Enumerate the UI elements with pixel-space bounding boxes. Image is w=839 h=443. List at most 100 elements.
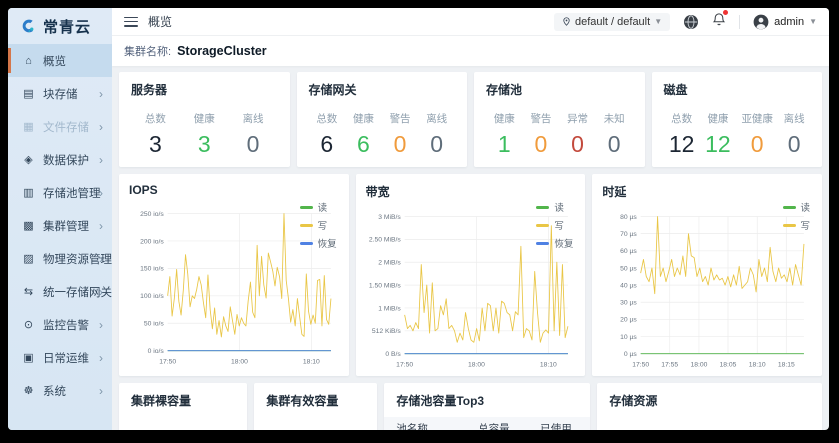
chevron-right-icon: › (99, 352, 103, 364)
stat-value: 6 (316, 131, 337, 158)
stat: 警告0 (390, 111, 411, 158)
legend-label: 读 (554, 200, 564, 214)
svg-text:50 io/s: 50 io/s (144, 321, 165, 328)
svg-text:1 MiB/s: 1 MiB/s (378, 305, 401, 312)
legend-item[interactable]: 恢复 (300, 236, 337, 250)
svg-text:60 µs: 60 µs (620, 248, 637, 255)
svg-text:70 µs: 70 µs (620, 231, 637, 238)
stat: 离线0 (426, 111, 447, 158)
notifications-button[interactable] (712, 12, 726, 32)
stat-value: 0 (604, 131, 625, 158)
legend-label: 写 (554, 218, 564, 232)
stat: 总数6 (316, 111, 337, 158)
sidebar-item-data-protection[interactable]: ◈数据保护› (8, 143, 112, 176)
system-icon: ☸ (21, 384, 36, 397)
sidebar-item-daily-operations[interactable]: ▣日常运维› (8, 341, 112, 374)
cluster-selector[interactable]: default / default ▼ (554, 13, 670, 31)
svg-text:0 io/s: 0 io/s (148, 348, 165, 355)
user-menu[interactable]: admin ▼ (753, 14, 817, 30)
legend-swatch (536, 242, 549, 245)
stat-label: 健康 (494, 111, 515, 126)
brand-name: 常青云 (43, 16, 91, 37)
stat-card-title: 服务器 (131, 81, 278, 98)
legend-item[interactable]: 写 (536, 218, 573, 232)
pool-top3-card: 存储池容量Top3 池名称总容量已使用 StoragePool43.7 TiB3… (384, 383, 590, 430)
effective-capacity-title: 集群有效容量 (266, 392, 365, 409)
legend-item[interactable]: 读 (300, 200, 337, 214)
sidebar-item-label: 日常运维 (43, 350, 89, 366)
stat-value: 12 (669, 131, 695, 158)
chart-card-latency: 时延0 µs10 µs20 µs30 µs40 µs50 µs60 µs70 µ… (592, 174, 822, 376)
stat-value: 12 (705, 131, 731, 158)
stat-card-title: 磁盘 (664, 81, 811, 98)
legend-item[interactable]: 读 (536, 200, 573, 214)
stat-label: 总数 (669, 111, 695, 126)
sidebar-item-system[interactable]: ☸系统› (8, 374, 112, 407)
legend-item[interactable]: 写 (300, 218, 337, 232)
sidebar-item-label: 文件存储 (43, 119, 89, 135)
sidebar-item-block-storage[interactable]: ▤块存储› (8, 77, 112, 110)
legend-item[interactable]: 读 (783, 200, 811, 214)
sidebar-item-label: 监控告警 (43, 317, 89, 333)
bottom-card-row: 集群裸容量 集群有效容量 存储池容量Top3 池名称总容量已使用 Storage… (119, 383, 822, 430)
svg-text:18:10: 18:10 (749, 361, 766, 368)
legend-swatch (783, 224, 796, 227)
stat-value: 0 (390, 131, 411, 158)
sidebar-item-overview[interactable]: ⌂概览 (8, 44, 112, 77)
sidebar-item-storage-pool-mgmt[interactable]: ▥存储池管理› (8, 176, 112, 209)
stat-card-title: 存储池 (486, 81, 633, 98)
app-window: 常青云 ⌂概览▤块存储›▦文件存储›◈数据保护›▥存储池管理›▩集群管理›▨物理… (8, 8, 829, 430)
chevron-right-icon: › (99, 154, 103, 166)
legend-swatch (300, 242, 313, 245)
legend-item[interactable]: 写 (783, 218, 811, 232)
svg-text:18:00: 18:00 (231, 358, 248, 365)
stat-label: 警告 (530, 111, 551, 126)
chart-title: IOPS (129, 183, 339, 197)
stat: 警告 0 (530, 111, 551, 158)
stat-value: 0 (530, 131, 551, 158)
monitoring-alerts-icon: ⊙ (21, 318, 36, 331)
top-bar: 概览 default / default ▼ (112, 8, 829, 36)
legend-swatch (300, 224, 313, 227)
legend-item[interactable]: 恢复 (536, 236, 573, 250)
sidebar-item-unified-storage-gateway[interactable]: ⇆统一存储网关› (8, 275, 112, 308)
stat-value: 3 (145, 131, 166, 158)
chart-card-iops: IOPS0 io/s50 io/s100 io/s150 io/s200 io/… (119, 174, 349, 376)
file-storage-icon: ▦ (21, 120, 36, 133)
svg-text:80 µs: 80 µs (620, 214, 637, 221)
notification-badge (723, 10, 728, 15)
sidebar-item-cluster-mgmt[interactable]: ▩集群管理› (8, 209, 112, 242)
stat: 健康12 (705, 111, 731, 158)
stat-value: 1 (494, 131, 515, 158)
stat-label: 离线 (426, 111, 447, 126)
svg-text:100 io/s: 100 io/s (140, 293, 164, 300)
svg-text:30 µs: 30 µs (620, 300, 637, 307)
sidebar-item-physical-resource-mgmt[interactable]: ▨物理资源管理› (8, 242, 112, 275)
sidebar-item-label: 概览 (43, 53, 66, 69)
pool-top3-title: 存储池容量Top3 (384, 392, 590, 409)
chart-legend: 读写恢复 (300, 200, 337, 250)
sidebar-item-monitoring-alerts[interactable]: ⊙监控告警› (8, 308, 112, 341)
cluster-name-bar: 集群名称: StorageCluster (112, 36, 829, 66)
sidebar-item-label: 存储池管理 (43, 185, 101, 201)
cluster-selector-value: default / default (575, 16, 650, 28)
cluster-name-label: 集群名称: (124, 43, 171, 59)
stat-value: 0 (567, 131, 588, 158)
sidebar-item-label: 块存储 (43, 86, 78, 102)
legend-label: 恢复 (554, 236, 573, 250)
sidebar-item-label: 数据保护 (43, 152, 89, 168)
sidebar-item-file-storage[interactable]: ▦文件存储› (8, 110, 112, 143)
pool-top3-header-row: 池名称总容量已使用 (384, 417, 590, 430)
globe-icon[interactable] (683, 14, 699, 30)
brand-logo-icon (21, 18, 37, 34)
stat-label: 离线 (243, 111, 264, 126)
menu-collapse-icon[interactable] (124, 17, 138, 27)
location-pin-icon (562, 16, 571, 27)
svg-text:17:50: 17:50 (396, 361, 413, 368)
chevron-down-icon: ▼ (809, 17, 817, 26)
chevron-right-icon: › (99, 220, 103, 232)
legend-label: 读 (801, 200, 811, 214)
svg-text:17:50: 17:50 (633, 361, 650, 368)
svg-text:250 io/s: 250 io/s (140, 211, 164, 218)
legend-label: 恢复 (318, 236, 337, 250)
